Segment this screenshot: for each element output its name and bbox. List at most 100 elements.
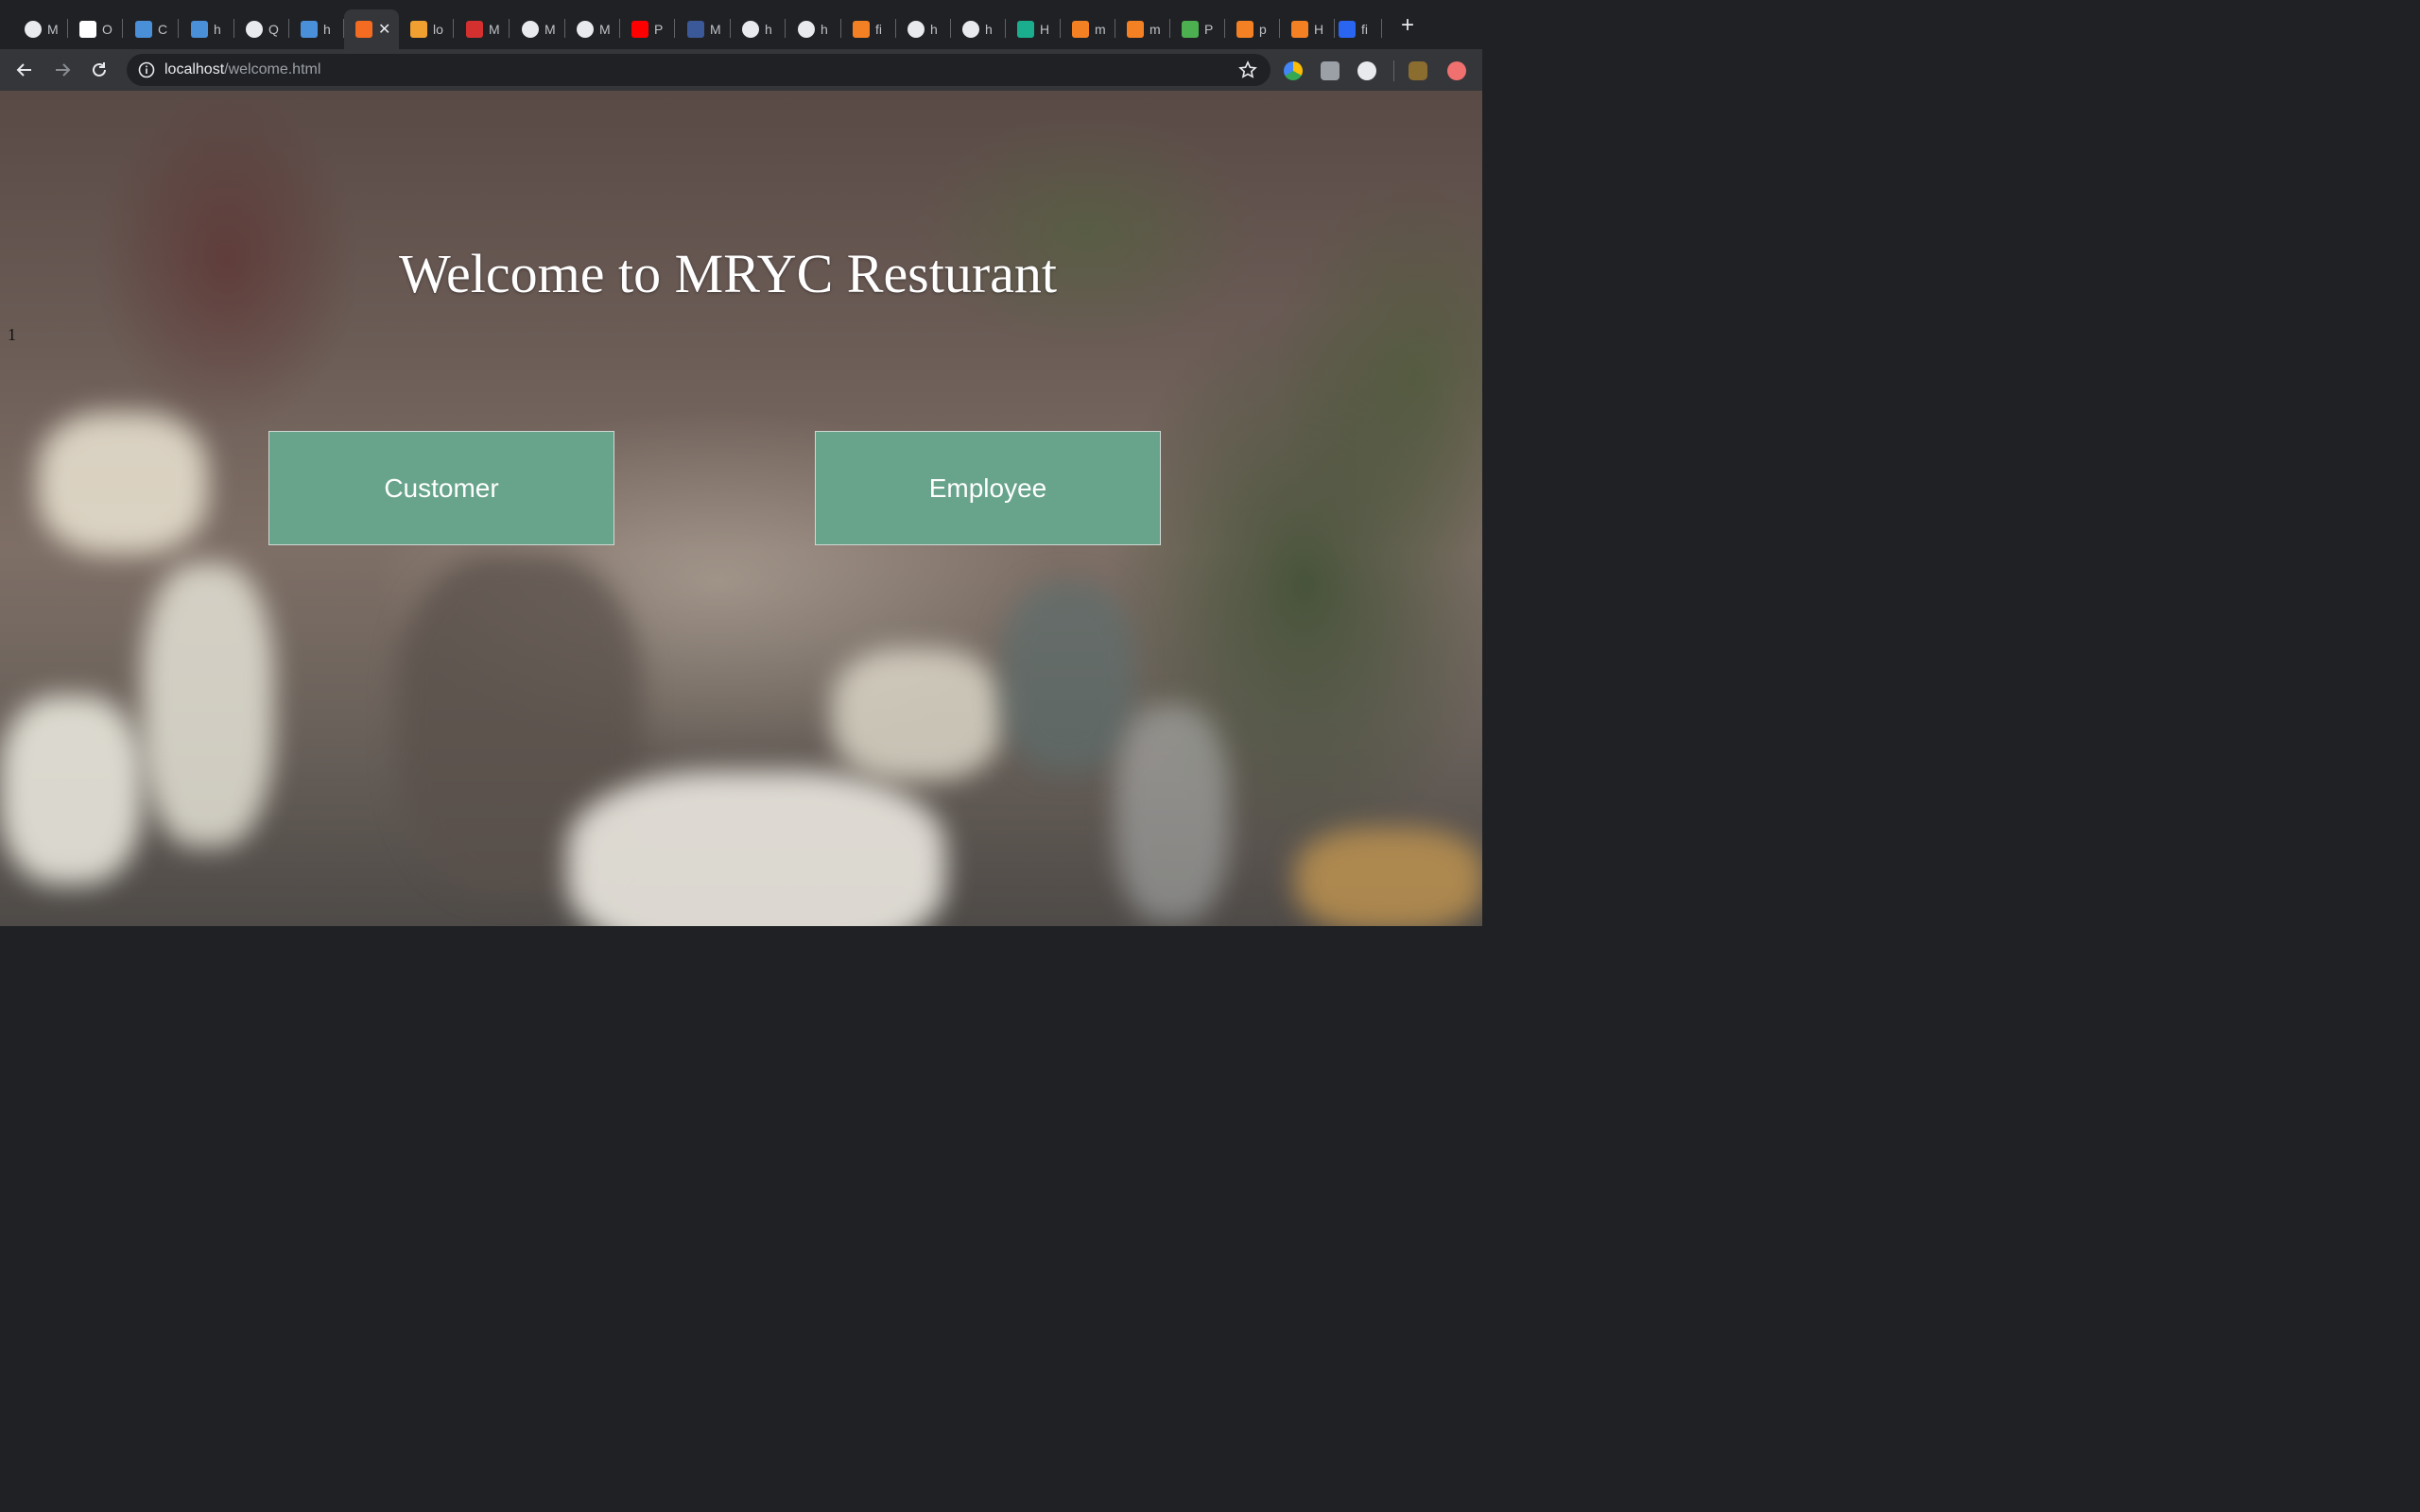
chair-shape (567, 771, 945, 926)
browser-tab[interactable]: h (731, 9, 786, 49)
browser-tab[interactable]: fi (841, 9, 896, 49)
globe-icon (798, 21, 815, 38)
tab-title: h (214, 22, 221, 37)
ubc-canvas-icon (466, 21, 483, 38)
p-logo-icon (301, 21, 318, 38)
browser-tab[interactable]: P (1170, 9, 1225, 49)
stackoverflow-icon (1291, 21, 1308, 38)
stray-text: 1 (8, 325, 16, 344)
browser-tab[interactable]: p (1225, 9, 1280, 49)
customer-button[interactable]: Customer (268, 431, 614, 545)
tab-title: m (1095, 22, 1106, 37)
tab-title: M (489, 22, 500, 37)
browser-tab[interactable]: fi (1327, 9, 1382, 49)
browser-tab[interactable]: H (1006, 9, 1061, 49)
browser-tab[interactable]: C (124, 9, 179, 49)
stackoverflow-icon (853, 21, 870, 38)
tab-title: M (599, 22, 611, 37)
tab-separator (674, 19, 675, 38)
tab-title: P (1204, 22, 1214, 37)
browser-tab[interactable]: h (289, 9, 344, 49)
browser-tab[interactable]: h (951, 9, 1006, 49)
chair-shape (832, 648, 1002, 781)
tab-separator (785, 19, 786, 38)
tab-title: m (1150, 22, 1161, 37)
tab-title: h (323, 22, 331, 37)
tab-title: M (710, 22, 721, 37)
profile-avatar[interactable] (1409, 61, 1427, 80)
back-button[interactable] (11, 57, 38, 83)
tab-separator (1381, 19, 1382, 38)
url-text: localhost/welcome.html (164, 61, 320, 78)
tab-separator (178, 19, 179, 38)
browser-tab[interactable]: h (180, 9, 234, 49)
tab-title: P (654, 22, 664, 37)
browser-tab[interactable]: O (68, 9, 123, 49)
tab-separator (509, 19, 510, 38)
reload-icon (93, 62, 106, 77)
browser-tab[interactable]: Q (234, 9, 289, 49)
tab-title: O (102, 22, 112, 37)
browser-tab[interactable]: h (786, 9, 841, 49)
browser-tab[interactable]: M (455, 9, 510, 49)
bookmark-star-icon[interactable] (1238, 60, 1257, 79)
tab-title: h (930, 22, 938, 37)
chair-shape (142, 563, 274, 847)
globe-icon (962, 21, 979, 38)
extension-color-icon[interactable] (1284, 61, 1303, 80)
close-tab-icon[interactable]: ✕ (378, 20, 390, 39)
browser-tab[interactable]: P (620, 9, 675, 49)
employee-button[interactable]: Employee (815, 431, 1161, 545)
page-title: Welcome to MRYC Resturant (398, 243, 1058, 304)
chair-shape (0, 696, 142, 885)
wine-glass-shape (1115, 705, 1229, 922)
extension-gray-icon[interactable] (1321, 61, 1340, 80)
tab-title: lo (433, 22, 443, 37)
new-tab-button[interactable]: + (1397, 14, 1418, 37)
xampp-icon (355, 21, 372, 38)
globe-icon (522, 21, 539, 38)
chair-shape (38, 412, 208, 554)
tab-title: h (765, 22, 772, 37)
css-icon (1339, 21, 1356, 38)
globe-icon (742, 21, 759, 38)
page-background: Welcome to MRYC Resturant 1 Customer Emp… (0, 91, 1482, 926)
youtube-icon (631, 21, 648, 38)
reload-button[interactable] (86, 57, 112, 83)
tab-title: M (47, 22, 59, 37)
tab-separator (122, 19, 123, 38)
browser-tab[interactable]: M (565, 9, 620, 49)
tab-separator (453, 19, 454, 38)
pma-icon (410, 21, 427, 38)
tab-title: fi (1361, 22, 1368, 37)
browser-tab[interactable]: M (676, 9, 731, 49)
globe-icon (577, 21, 594, 38)
info-icon[interactable] (138, 61, 155, 78)
update-icon[interactable] (1447, 61, 1466, 80)
browser-tab[interactable]: lo (399, 9, 454, 49)
hexagon-icon (1017, 21, 1034, 38)
toolbar-divider (1393, 60, 1394, 81)
p-logo-icon (191, 21, 208, 38)
arrow-left-icon (16, 63, 31, 77)
browser-tab[interactable]: m (1115, 9, 1170, 49)
browser-tab[interactable]: M (510, 9, 565, 49)
stackoverflow-icon (1127, 21, 1144, 38)
facebook-icon (687, 21, 704, 38)
forward-button[interactable] (49, 57, 76, 83)
globe-icon (25, 21, 42, 38)
stackoverflow-icon (1236, 21, 1253, 38)
chair-shape (1002, 582, 1134, 771)
address-bar[interactable]: localhost/welcome.html (127, 54, 1270, 86)
tab-title: h (821, 22, 828, 37)
globe-icon (908, 21, 925, 38)
browser-tab[interactable]: ✕ (344, 9, 399, 49)
browser-tab[interactable]: M (13, 9, 68, 49)
site-logo-icon (79, 21, 96, 38)
browser-tab[interactable]: h (896, 9, 951, 49)
tab-title: h (985, 22, 993, 37)
url-host: localhost (164, 61, 225, 77)
extension-blue-icon[interactable] (1357, 61, 1376, 80)
tab-title: H (1040, 22, 1050, 37)
browser-tab[interactable]: m (1061, 9, 1115, 49)
